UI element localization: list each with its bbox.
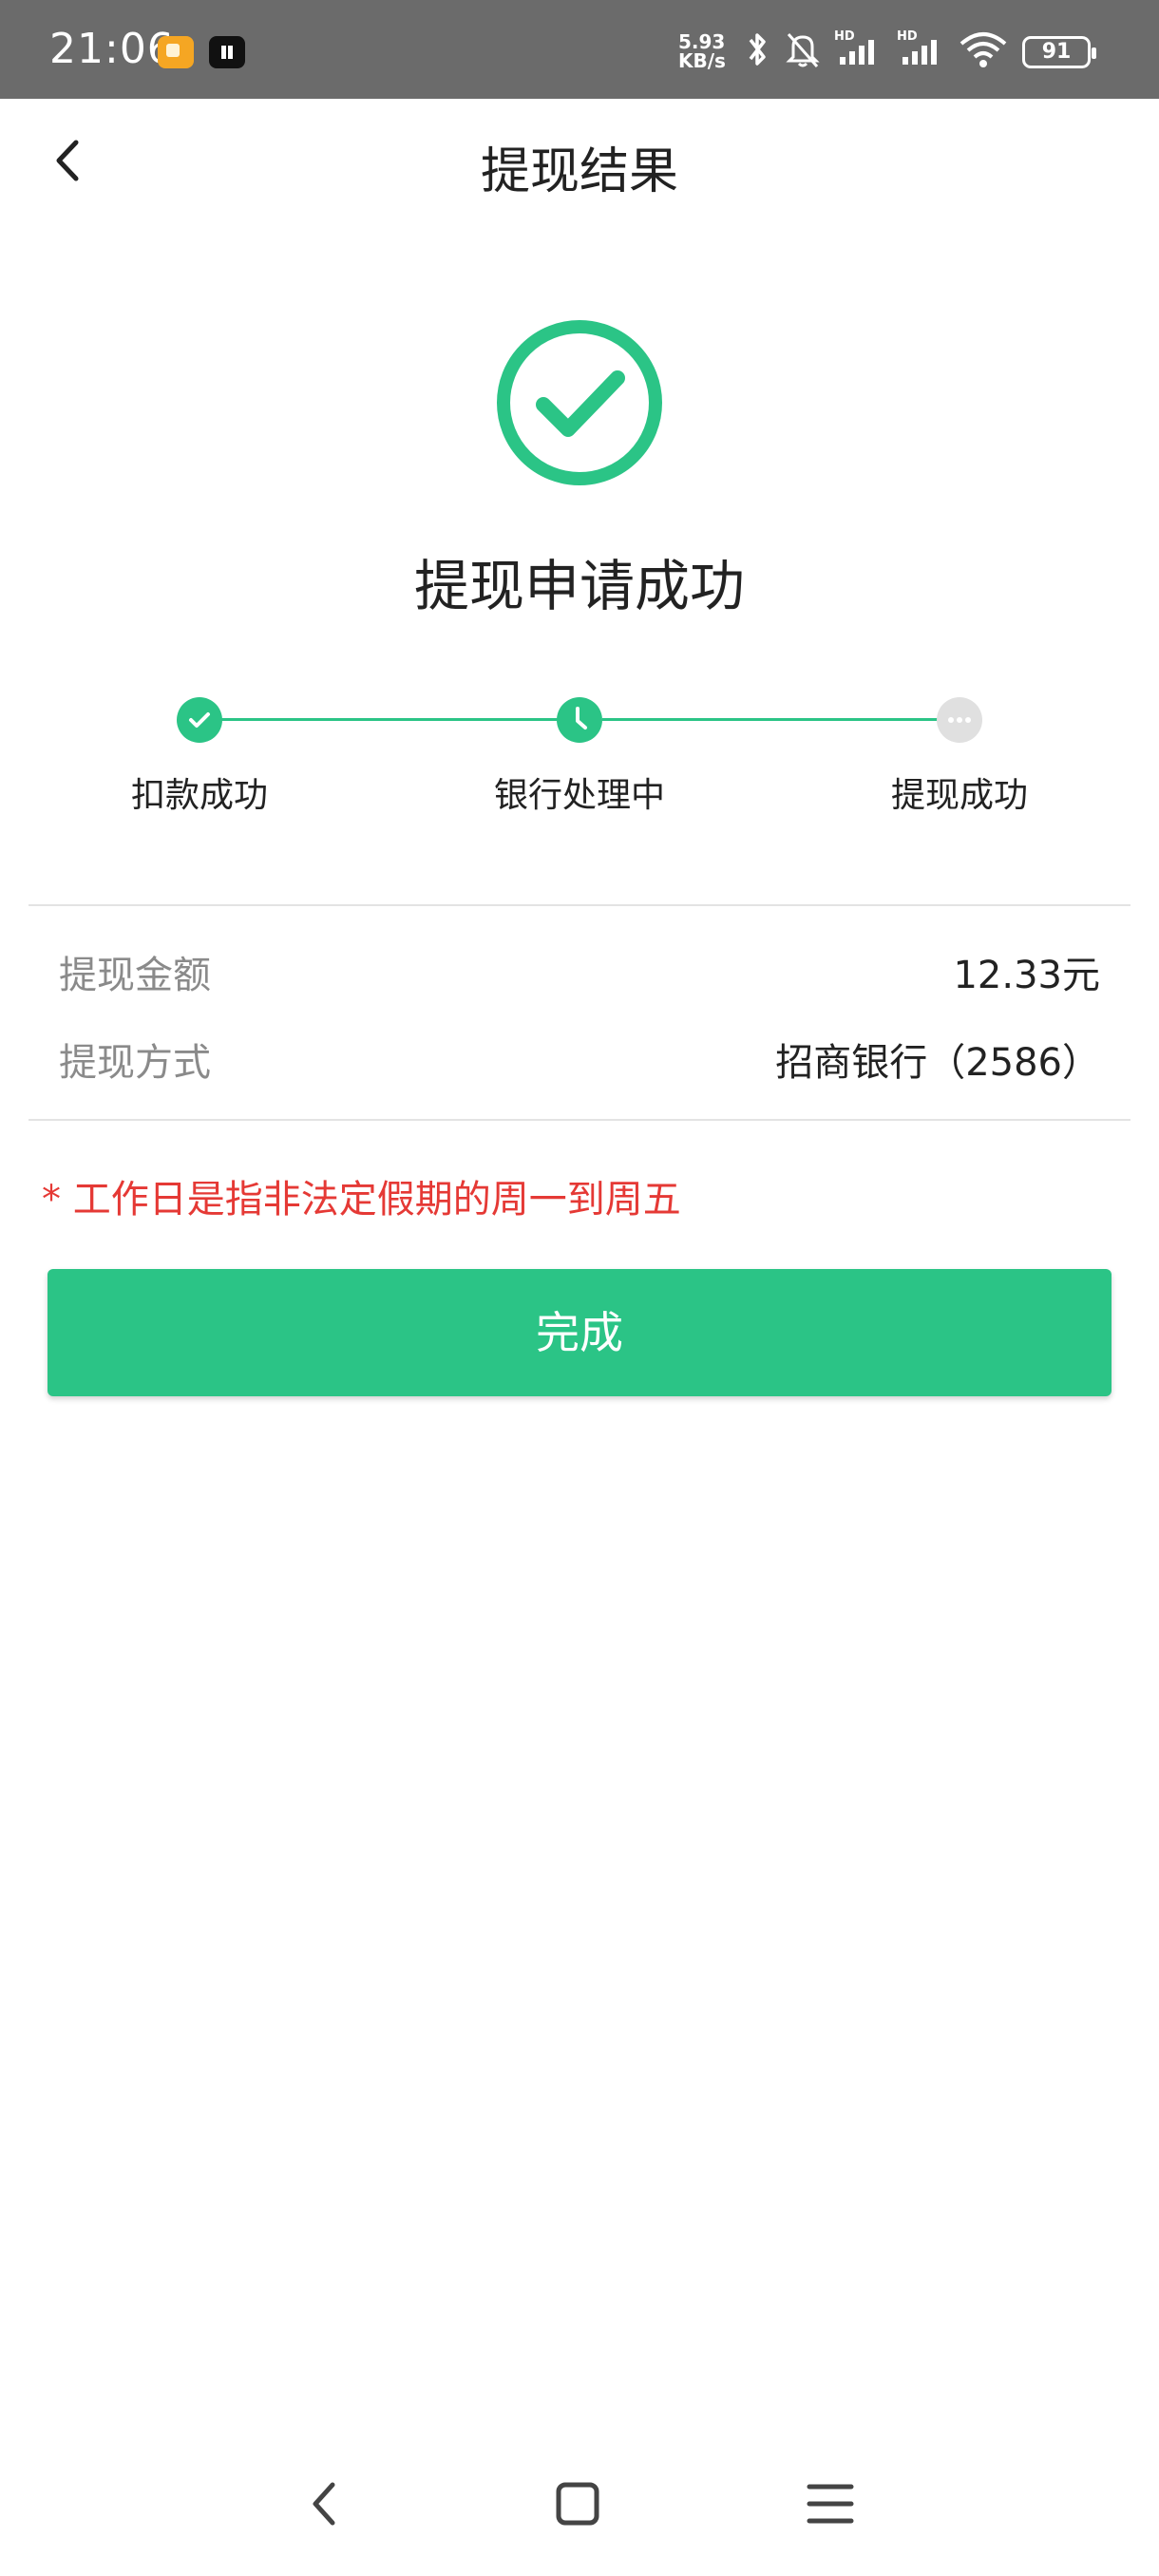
step-done-dot [177,697,222,743]
signal-icon: HD [834,29,874,65]
status-bar: 21:06 5.93 KB/s HD HD 91 [0,0,1159,99]
mute-bell-icon [786,33,820,67]
result-title: 提现申请成功 [413,554,745,618]
workday-notice: * 工作日是指非法定假期的周一到周五 [42,1178,681,1222]
wifi-icon [960,32,1007,67]
amount-label: 提现金额 [59,954,211,997]
back-nav-icon[interactable] [296,2475,353,2532]
svg-text:HD: HD [834,29,855,44]
battery-level: 91 [1041,40,1072,64]
step-label: 提现成功 [890,776,1028,815]
amount-value: 12.33元 [953,954,1100,997]
step-label: 扣款成功 [130,776,268,815]
step-label: 银行处理中 [493,776,665,815]
network-speed: 5.93 KB/s [678,30,726,72]
method-label: 提现方式 [59,1041,211,1085]
step-current-dot [557,697,602,743]
divider [28,1119,1130,1121]
check-icon [189,712,210,728]
home-nav-icon[interactable] [549,2475,606,2532]
status-time: 21:06 [49,25,175,73]
bluetooth-icon [749,33,766,66]
more-dots-icon [948,717,971,723]
battery-icon: 91 [1022,36,1096,68]
system-nav-bar [0,2451,1159,2565]
done-button[interactable]: 完成 [48,1269,1112,1396]
media-app-icon [209,36,245,68]
check-circle-icon [497,320,662,485]
signal-icon: HD [897,29,937,65]
page-title: 提现结果 [480,143,678,200]
step-pending-dot [937,697,982,743]
divider [28,904,1130,906]
menu-nav-icon[interactable] [802,2475,859,2532]
svg-text:HD: HD [897,29,918,44]
app-header: 提现结果 [0,99,1159,222]
clock-icon [576,707,587,729]
step-connector [602,718,939,721]
method-value: 招商银行（2586） [775,1041,1100,1085]
step-connector [220,718,559,721]
progress-steps: 扣款成功 银行处理中 提现成功 [0,688,1159,821]
notification-app-icon [158,36,194,68]
